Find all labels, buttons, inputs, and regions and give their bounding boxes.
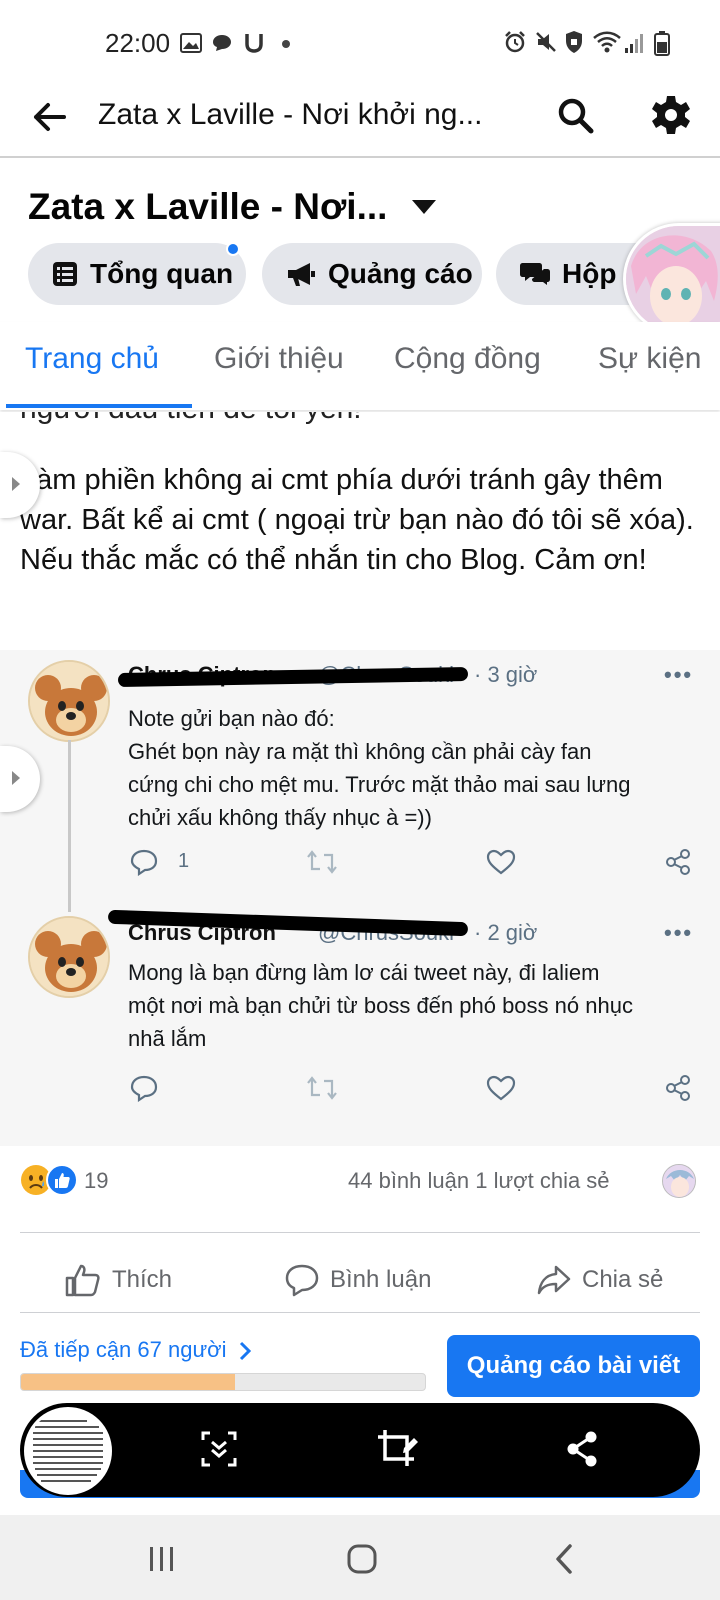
chip-overview-label: Tổng quan xyxy=(90,258,234,289)
chevron-right-icon xyxy=(239,1342,251,1361)
vpn-icon xyxy=(566,31,582,53)
thumbs-up-icon xyxy=(65,1264,100,1297)
tweet-screenshot-image: Chrus Ciptron @ChrusSouki · 3 giờ ••• No… xyxy=(0,650,720,1146)
tweet-time: · 3 giờ xyxy=(474,662,538,687)
page-name[interactable]: Zata x Laville - Nơi... xyxy=(28,186,387,228)
active-tab-indicator xyxy=(6,404,192,408)
chat-icon xyxy=(520,263,550,285)
reply-icon xyxy=(130,849,158,876)
chip-overview[interactable]: Tổng quan xyxy=(28,243,246,305)
page-header: Zata x Laville - Nơi... Tổng quan Quảng … xyxy=(0,158,720,320)
signal-icon xyxy=(625,34,643,53)
more-icon: ••• xyxy=(664,662,694,687)
wifi-icon xyxy=(593,31,621,53)
reach-progress-bar xyxy=(20,1373,426,1391)
megaphone-icon xyxy=(288,263,315,286)
recent-apps-icon[interactable] xyxy=(148,1545,176,1573)
scroll-capture-icon[interactable] xyxy=(200,1430,238,1468)
retweet-icon xyxy=(307,850,337,874)
comment-button[interactable]: Bình luận xyxy=(284,1255,431,1305)
reach-link[interactable]: Đã tiếp cận 67 người xyxy=(20,1337,251,1363)
chevron-right-icon xyxy=(12,771,20,785)
alarm-icon xyxy=(505,31,525,53)
tab-community[interactable]: Cộng đồng xyxy=(394,342,541,376)
tweet-line: nhã lắm xyxy=(128,1026,207,1051)
like-heart-icon xyxy=(486,1075,516,1101)
more-icon: ••• xyxy=(664,920,694,945)
tab-events[interactable]: Sự kiện xyxy=(598,342,701,376)
post-text-cut-line: người đầu tiên để tôi yên! xyxy=(20,412,362,426)
comment-icon xyxy=(285,1264,319,1297)
thread-line xyxy=(68,740,71,912)
gear-icon[interactable] xyxy=(650,94,692,136)
status-bar: 22:00 xyxy=(0,0,720,80)
comments-shares-count[interactable]: 44 bình luận 1 lượt chia sẻ xyxy=(348,1168,610,1194)
page-tabs: Trang chủ Giới thiệu Cộng đồng Sự kiện xyxy=(0,322,720,410)
comment-label: Bình luận xyxy=(330,1266,432,1293)
back-arrow-icon[interactable] xyxy=(33,102,67,132)
status-time: 22:00 xyxy=(105,28,171,58)
share-icon xyxy=(666,849,690,875)
thumbnail-preview xyxy=(27,1410,109,1492)
list-icon xyxy=(53,262,77,286)
divider xyxy=(20,1312,700,1313)
crop-edit-icon[interactable] xyxy=(376,1428,420,1470)
tweet-line: Mong là bạn đừng làm lơ cái tweet này, đ… xyxy=(128,960,600,985)
home-icon[interactable] xyxy=(346,1543,378,1575)
search-icon[interactable] xyxy=(556,96,596,136)
back-icon[interactable] xyxy=(554,1543,574,1575)
post-text: người đầu tiên để tôi yên! Làm phiền khô… xyxy=(0,412,720,650)
tab-home[interactable]: Trang chủ xyxy=(25,342,159,376)
notification-dot xyxy=(226,242,240,256)
tweet-time: · 2 giờ xyxy=(474,920,538,945)
chat-bubble-icon xyxy=(213,35,231,51)
tweet-line: một nơi mà bạn chửi từ boss đến phó boss… xyxy=(128,993,633,1018)
tab-about[interactable]: Giới thiệu xyxy=(214,342,344,376)
reach-label: Đã tiếp cận 67 người xyxy=(20,1337,227,1362)
app-bar: Zata x Laville - Nơi khởi ng... xyxy=(0,80,720,158)
app-bar-title: Zata x Laville - Nơi khởi ng... xyxy=(98,98,483,131)
tweet-line: cứng chi cho mệt mu. Trước mặt thảo mai … xyxy=(128,772,631,797)
tweet-avatar xyxy=(28,660,110,742)
reach-progress-fill xyxy=(21,1374,236,1390)
like-button[interactable]: Thích xyxy=(64,1255,172,1305)
caret-down-icon[interactable] xyxy=(410,198,438,216)
tweet-avatar xyxy=(28,916,110,998)
chip-ads-label: Quảng cáo xyxy=(328,258,473,289)
share-icon[interactable] xyxy=(564,1430,600,1468)
anime-avatar-image xyxy=(626,226,720,332)
share-label: Chia sẻ xyxy=(582,1266,664,1293)
chip-ads[interactable]: Quảng cáo xyxy=(262,243,482,305)
chevron-right-icon xyxy=(12,477,20,491)
system-nav-bar xyxy=(0,1515,720,1600)
reactions-summary[interactable]: 19 44 bình luận 1 lượt chia sẻ xyxy=(0,1150,720,1230)
tweet-line: Note gửi bạn nào đó: xyxy=(128,706,335,731)
tweet-line: chửi xấu không thấy nhục à =)) xyxy=(128,805,432,830)
retweet-icon xyxy=(307,1076,337,1100)
boost-post-button[interactable]: Quảng cáo bài viết xyxy=(447,1335,700,1397)
tweet-line: Ghét bọn này ra mặt thì không cần phải c… xyxy=(128,739,592,764)
reply-count: 1 xyxy=(178,850,190,872)
viewer-avatar xyxy=(662,1164,696,1198)
like-heart-icon xyxy=(486,849,516,875)
post-body: Làm phiền không ai cmt phía dưới tránh g… xyxy=(20,464,694,576)
dot-icon xyxy=(282,40,290,48)
share-button[interactable]: Chia sẻ xyxy=(536,1255,663,1305)
screenshot-toolbar xyxy=(20,1403,700,1497)
share-icon xyxy=(666,1075,690,1101)
battery-icon xyxy=(654,31,670,56)
share-arrow-icon xyxy=(537,1265,571,1295)
divider xyxy=(20,1232,700,1233)
screenshot-thumbnail[interactable] xyxy=(24,1407,112,1495)
u-icon xyxy=(245,34,263,53)
reply-icon xyxy=(130,1075,158,1102)
like-reaction-icon xyxy=(46,1164,78,1196)
like-label: Thích xyxy=(112,1266,173,1293)
tweet-body: Mong là bạn đừng làm lơ cái tweet này, đ… xyxy=(128,956,698,1055)
image-icon xyxy=(180,33,202,53)
tweet-body: Note gửi bạn nào đó: Ghét bọn này ra mặt… xyxy=(128,702,698,834)
mute-icon xyxy=(536,32,556,52)
reaction-count: 19 xyxy=(84,1168,109,1193)
